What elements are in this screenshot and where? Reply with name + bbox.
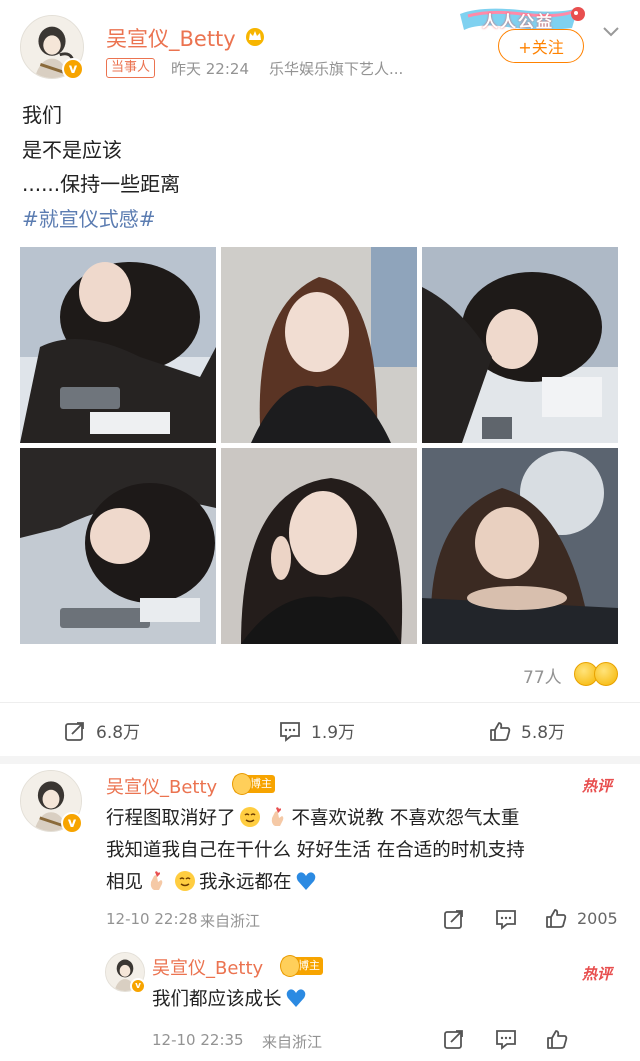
photo-4[interactable] bbox=[20, 448, 216, 644]
post-time: 昨天 22:24 bbox=[171, 60, 249, 78]
photo-5[interactable] bbox=[221, 448, 417, 644]
repost-button[interactable]: 6.8万 bbox=[64, 718, 140, 743]
smile-emoji-icon bbox=[175, 871, 196, 891]
blogger-badge-icon bbox=[232, 773, 252, 795]
reply-time: 12-10 22:35 bbox=[152, 1031, 244, 1049]
verified-badge-icon: v bbox=[62, 58, 84, 80]
reply-repost-icon[interactable] bbox=[443, 1028, 465, 1050]
reply-hot-tag: 热评 bbox=[582, 965, 613, 983]
comment-repost-icon[interactable] bbox=[443, 908, 465, 930]
divider bbox=[0, 702, 640, 703]
comment-line-1-text: 行程图取消好了 bbox=[106, 808, 236, 829]
crown-icon bbox=[246, 28, 264, 46]
comment-line-2: 我知道我自己在干什么 好好生活 在合适的时机支持 bbox=[106, 840, 525, 861]
reply-blogger-badge-icon bbox=[280, 955, 300, 977]
photo-6[interactable] bbox=[422, 448, 618, 644]
charity-banner[interactable]: 人人公益 bbox=[460, 4, 588, 32]
photo-1[interactable] bbox=[20, 247, 216, 443]
reply-location: 来自浙江 bbox=[262, 1033, 323, 1051]
post-line-1: 我们 bbox=[22, 103, 62, 127]
comment-location: 来自浙江 bbox=[200, 912, 261, 930]
photo-grid bbox=[20, 247, 618, 644]
hashtag-link[interactable]: #就宣仪式感# bbox=[22, 202, 180, 237]
comment-verified-icon: v bbox=[61, 812, 83, 834]
reaction-count[interactable]: 77人 bbox=[523, 663, 562, 688]
repost-count: 6.8万 bbox=[96, 723, 141, 743]
comment-line-3: 相见 我永远都在 bbox=[106, 867, 525, 899]
like-count: 5.8万 bbox=[521, 723, 566, 743]
post-line-2: 是不是应该 bbox=[22, 137, 122, 162]
reply-text-content: 我们都应该成长 bbox=[152, 989, 282, 1010]
post-action-bar: 6.8万 1.9万 5.8万 bbox=[0, 712, 640, 754]
finger-heart-icon bbox=[150, 871, 163, 890]
hot-comment-tag: 热评 bbox=[582, 777, 613, 795]
comment-reply-icon[interactable] bbox=[495, 908, 517, 930]
smile-emoji-icon bbox=[239, 807, 260, 827]
comment-thumbs-up-icon bbox=[546, 909, 567, 928]
author-name[interactable]: 吴宣仪_Betty bbox=[106, 23, 236, 53]
comment-icon bbox=[280, 721, 300, 742]
reply-blogger-badge-label: 博主 bbox=[298, 959, 320, 972]
photo-3[interactable] bbox=[422, 247, 618, 443]
reply-verified-icon: v bbox=[130, 978, 146, 994]
blue-heart-icon bbox=[286, 989, 305, 1007]
comment-button[interactable]: 1.9万 bbox=[279, 718, 355, 743]
photo-1-image bbox=[20, 247, 216, 443]
involved-party-tag: 当事人 bbox=[106, 58, 156, 78]
comment-line-1: 行程图取消好了 不喜欢说教 不喜欢怨气太重 bbox=[106, 803, 525, 835]
photo-3-image bbox=[422, 247, 618, 443]
follow-button[interactable]: +关注 bbox=[498, 29, 584, 63]
photo-4-image bbox=[20, 448, 216, 644]
thumbs-up-icon bbox=[490, 721, 511, 741]
blue-heart-icon bbox=[296, 872, 315, 890]
reply-comment-icon[interactable] bbox=[495, 1028, 517, 1050]
grinning-emoji-icon bbox=[594, 662, 618, 686]
reply-blogger-badge: 博主 bbox=[280, 955, 323, 977]
comment-like-count: 2005 bbox=[577, 908, 618, 928]
post-header: v 吴宣仪_Betty 当事人 昨天 22:24 乐华娱乐旗下艺人... 人人公… bbox=[0, 0, 640, 95]
blogger-badge-label: 博主 bbox=[250, 777, 272, 790]
like-button[interactable]: 5.8万 bbox=[489, 718, 565, 743]
comment-text: 行程图取消好了 不喜欢说教 不喜欢怨气太重 我知道我自己在干什么 好好生活 在合适… bbox=[106, 803, 525, 899]
reply-text: 我们都应该成长 bbox=[152, 984, 310, 1016]
comment-line-3-rest: 我永远都在 bbox=[199, 872, 292, 893]
reply-author[interactable]: 吴宣仪_Betty bbox=[152, 954, 263, 980]
photo-6-image bbox=[422, 448, 618, 644]
photo-2[interactable] bbox=[221, 247, 417, 443]
reply-thumbs-up-icon[interactable] bbox=[546, 1028, 568, 1050]
post-source[interactable]: 乐华娱乐旗下艺人... bbox=[269, 58, 403, 79]
post-line-3: ......保持一些距离 bbox=[22, 172, 181, 196]
comment-like-button[interactable]: 2005 bbox=[543, 907, 618, 929]
comment-line-1-rest: 不喜欢说教 不喜欢怨气太重 bbox=[291, 808, 520, 829]
chevron-down-icon[interactable] bbox=[600, 22, 622, 42]
comment-count: 1.9万 bbox=[311, 723, 356, 743]
blogger-badge: 博主 bbox=[232, 773, 275, 795]
finger-heart-icon bbox=[271, 807, 283, 826]
post-text: 我们 是不是应该 ......保持一些距离 #就宣仪式感# bbox=[22, 98, 180, 236]
photo-5-image bbox=[221, 448, 417, 644]
comment-time: 12-10 22:28 bbox=[106, 910, 198, 928]
section-divider bbox=[0, 756, 640, 764]
repost-icon bbox=[65, 721, 84, 741]
comment-line-3-text: 相见 bbox=[106, 872, 144, 893]
comment-author[interactable]: 吴宣仪_Betty bbox=[106, 773, 217, 799]
photo-2-image bbox=[221, 247, 417, 443]
